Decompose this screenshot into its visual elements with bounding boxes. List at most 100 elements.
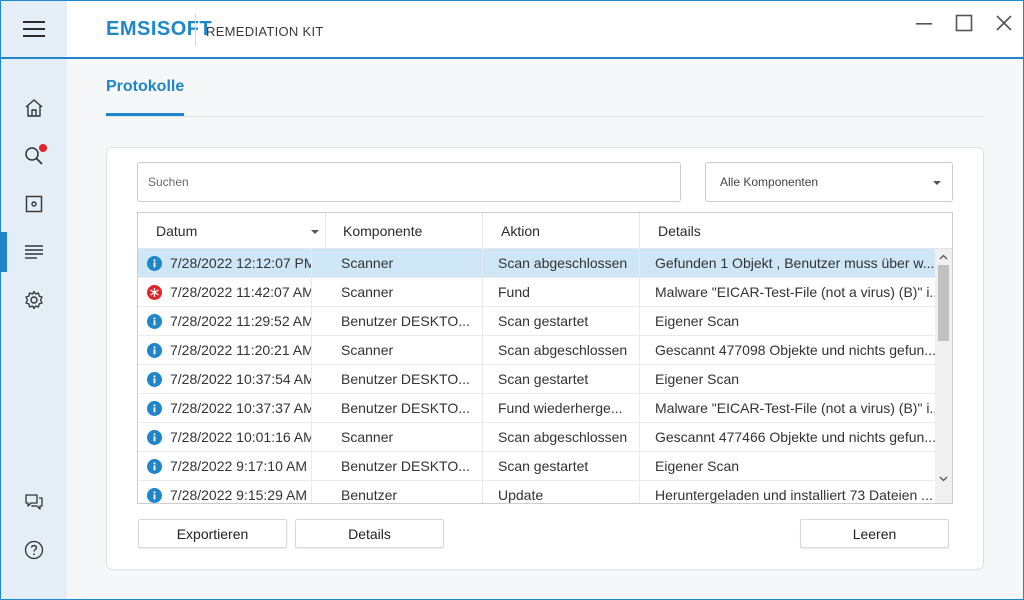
row-component: Benutzer — [326, 481, 483, 503]
info-icon — [147, 255, 162, 271]
chevron-down-icon — [939, 476, 948, 482]
title-bar: EMSISOFT REMEDIATION KIT — [1, 1, 1023, 59]
hamburger-menu-button[interactable] — [1, 1, 67, 57]
row-action: Fund wiederherge... — [483, 394, 640, 422]
sort-descending-icon — [311, 230, 319, 234]
hamburger-icon — [23, 21, 45, 37]
info-icon — [147, 371, 162, 387]
close-icon — [996, 15, 1012, 31]
chat-icon — [25, 494, 43, 510]
notification-dot — [39, 144, 47, 152]
column-header-details[interactable]: Details — [640, 213, 952, 249]
info-icon — [147, 400, 162, 416]
logo-divider — [195, 14, 196, 46]
row-date: 7/28/2022 12:12:07 PM — [170, 255, 312, 271]
minimize-button[interactable] — [911, 10, 937, 36]
row-component: Scanner — [326, 336, 483, 364]
export-button[interactable]: Exportieren — [138, 519, 287, 548]
row-component: Scanner — [326, 249, 483, 277]
row-component: Scanner — [326, 278, 483, 306]
nav-scan[interactable] — [1, 136, 67, 176]
nav-feedback[interactable] — [1, 482, 67, 522]
row-details: Gescannt 477098 Objekte und nichts gefun… — [655, 342, 935, 358]
table-row[interactable]: 7/28/2022 9:17:10 AM Benutzer DESKTO... … — [138, 452, 935, 481]
row-action: Scan abgeschlossen — [483, 423, 640, 451]
malware-icon — [147, 284, 162, 300]
scrollbar-thumb[interactable] — [938, 265, 949, 341]
info-icon — [147, 429, 162, 445]
info-icon — [147, 313, 162, 329]
home-icon — [25, 99, 43, 117]
maximize-button[interactable] — [951, 10, 977, 36]
app-window: EMSISOFT REMEDIATION KIT Protokolle Such… — [0, 0, 1024, 600]
table-row[interactable]: 7/28/2022 9:15:29 AM Benutzer Update Her… — [138, 481, 935, 503]
row-action: Update — [483, 481, 640, 503]
table-body: 7/28/2022 12:12:07 PM Scanner Scan abges… — [138, 249, 935, 503]
table-row[interactable]: 7/28/2022 11:29:52 AM Benutzer DESKTO...… — [138, 307, 935, 336]
table-header: Datum Komponente Aktion Details — [138, 213, 952, 249]
tab-divider — [106, 116, 984, 117]
quarantine-icon — [25, 195, 43, 213]
maximize-icon — [955, 14, 973, 32]
row-date: 7/28/2022 11:29:52 AM — [170, 313, 312, 329]
row-action: Scan gestartet — [483, 365, 640, 393]
logs-panel: Alle Komponenten Datum Komponente Aktion — [106, 147, 984, 570]
nav-home[interactable] — [1, 88, 67, 128]
logs-icon — [25, 245, 43, 259]
close-button[interactable] — [991, 10, 1017, 36]
table-row[interactable]: 7/28/2022 10:37:54 AM Benutzer DESKTO...… — [138, 365, 935, 394]
table-row[interactable]: 7/28/2022 12:12:07 PM Scanner Scan abges… — [138, 249, 935, 278]
logs-table: Datum Komponente Aktion Details 7/28/202… — [137, 212, 953, 504]
row-date: 7/28/2022 11:20:21 AM — [170, 342, 312, 358]
nav-settings[interactable] — [1, 280, 67, 320]
row-date: 7/28/2022 10:01:16 AM — [170, 429, 312, 445]
row-details: Malware "EICAR-Test-File (not a virus) (… — [655, 400, 935, 416]
nav-logs[interactable] — [1, 232, 67, 272]
table-row[interactable]: 7/28/2022 11:20:21 AM Scanner Scan abges… — [138, 336, 935, 365]
row-details: Gefunden 1 Objekt , Benutzer muss über w… — [655, 255, 935, 271]
row-action: Scan gestartet — [483, 452, 640, 480]
row-details: Eigener Scan — [655, 313, 740, 329]
row-details: Malware "EICAR-Test-File (not a virus) (… — [655, 284, 935, 300]
column-header-aktion[interactable]: Aktion — [483, 213, 640, 249]
scroll-down-arrow[interactable] — [935, 471, 952, 487]
row-component: Benutzer DESKTO... — [326, 394, 483, 422]
row-action: Scan abgeschlossen — [483, 336, 640, 364]
component-filter-dropdown[interactable]: Alle Komponenten — [705, 162, 953, 202]
row-action: Scan gestartet — [483, 307, 640, 335]
table-row[interactable]: 7/28/2022 11:42:07 AM Scanner Fund Malwa… — [138, 278, 935, 307]
row-details: Eigener Scan — [655, 458, 740, 474]
row-details: Heruntergeladen und installiert 73 Datei… — [655, 487, 933, 503]
table-row[interactable]: 7/28/2022 10:37:37 AM Benutzer DESKTO...… — [138, 394, 935, 423]
row-date: 7/28/2022 11:42:07 AM — [170, 284, 312, 300]
nav-help[interactable] — [1, 530, 67, 570]
column-header-komponente[interactable]: Komponente — [326, 213, 483, 249]
tab-protokolle[interactable]: Protokolle — [106, 78, 185, 116]
table-scrollbar[interactable] — [935, 249, 952, 503]
row-action: Scan abgeschlossen — [483, 249, 640, 277]
nav-quarantine[interactable] — [1, 184, 67, 224]
details-button[interactable]: Details — [295, 519, 444, 548]
search-input[interactable] — [137, 162, 681, 202]
app-logo: EMSISOFT — [106, 18, 213, 40]
info-icon — [147, 487, 162, 503]
table-row[interactable]: 7/28/2022 10:01:16 AM Scanner Scan abges… — [138, 423, 935, 452]
clear-button[interactable]: Leeren — [800, 519, 949, 548]
minimize-icon — [916, 23, 932, 25]
chevron-up-icon — [939, 254, 948, 260]
row-date: 7/28/2022 9:15:29 AM — [170, 487, 307, 503]
row-details: Gescannt 477466 Objekte und nichts gefun… — [655, 429, 935, 445]
row-component: Scanner — [326, 423, 483, 451]
help-icon — [24, 540, 44, 560]
row-date: 7/28/2022 10:37:54 AM — [170, 371, 312, 387]
app-subtitle: REMEDIATION KIT — [206, 24, 324, 39]
info-icon — [147, 458, 162, 474]
sidebar — [1, 59, 67, 599]
row-component: Benutzer DESKTO... — [326, 307, 483, 335]
column-header-datum[interactable]: Datum — [138, 213, 326, 249]
info-icon — [147, 342, 162, 358]
row-date: 7/28/2022 9:17:10 AM — [170, 458, 307, 474]
scroll-up-arrow[interactable] — [935, 249, 952, 265]
gear-icon — [25, 290, 43, 310]
main-content: Protokolle Alle Komponenten Datum Kompon… — [67, 59, 1023, 599]
